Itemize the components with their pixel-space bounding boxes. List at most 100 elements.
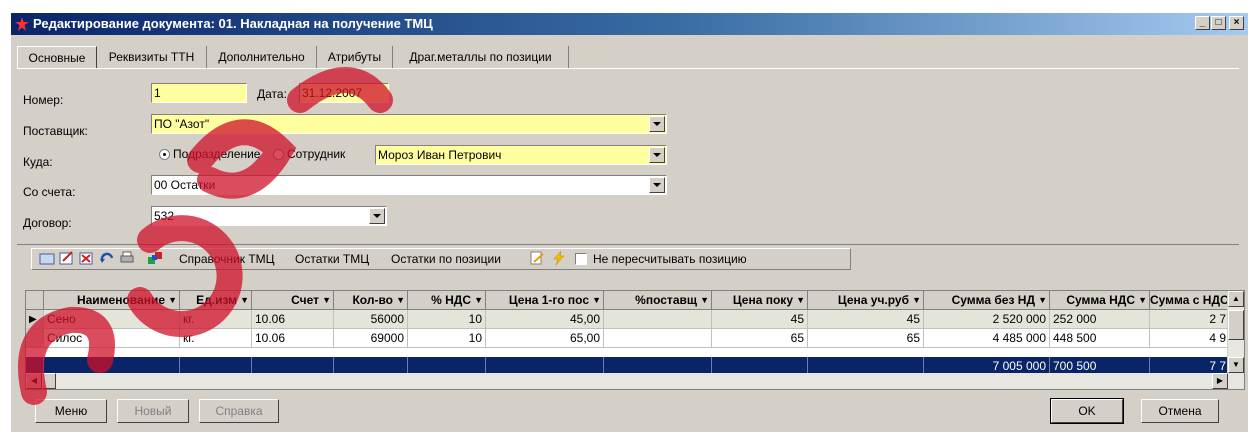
col-qty-label: Кол-во (352, 293, 393, 307)
row-indicator (26, 329, 44, 348)
maximize-button[interactable]: □ (1211, 16, 1226, 30)
cell-buy-price[interactable]: 65 (712, 329, 808, 348)
col-first-price[interactable]: Цена 1-го пос ▼ (486, 291, 604, 310)
help-button[interactable]: Справка (199, 399, 279, 423)
supplier-label: Поставщик: (23, 124, 88, 138)
minimize-button[interactable]: _ (1195, 16, 1210, 30)
col-vat-sum[interactable]: Сумма НДС ▼ (1050, 291, 1150, 310)
cell-vat-sum[interactable]: 252 000 (1050, 310, 1150, 329)
no-recalc-label: Не пересчитывать позицию (593, 252, 747, 266)
cell-vat-pct[interactable]: 10 (408, 310, 486, 329)
col-acc-price[interactable]: Цена уч.руб ▼ (808, 291, 924, 310)
account-value: 00 Остатки (154, 178, 216, 192)
cell-supplier-pct[interactable] (604, 329, 712, 348)
menu-button[interactable]: Меню (35, 399, 107, 423)
account-dropdown-button[interactable] (649, 177, 665, 193)
no-recalc-checkbox[interactable] (575, 253, 587, 265)
employee-dropdown-button[interactable] (649, 147, 665, 163)
cell-qty[interactable]: 69000 (334, 329, 408, 348)
rest-position-button[interactable]: Остатки по позиции (391, 252, 501, 266)
col-sum-no-vat[interactable]: Сумма без НД ▼ (924, 291, 1050, 310)
hscroll-thumb[interactable] (42, 373, 56, 389)
employee-value: Мороз Иван Петрович (378, 148, 502, 162)
cell-sum-with-vat[interactable]: 2 7 (1150, 310, 1230, 329)
chevron-down-icon (653, 183, 661, 187)
title-bar[interactable]: Редактирование документа: 01. Накладная … (11, 13, 1248, 35)
number-label: Номер: (23, 93, 64, 107)
cell-first-price[interactable]: 65,00 (486, 329, 604, 348)
tab-additional[interactable]: Дополнительно (207, 46, 317, 68)
supplier-dropdown-button[interactable] (649, 116, 665, 132)
radio-employee-label: Сотрудник (287, 147, 346, 161)
cell-sum-no-vat[interactable]: 4 485 000 (924, 329, 1050, 348)
radio-employee[interactable] (273, 149, 284, 160)
blocks-icon[interactable] (147, 251, 163, 265)
cell-sum-no-vat[interactable]: 2 520 000 (924, 310, 1050, 329)
cell-qty[interactable]: 56000 (334, 310, 408, 329)
folder-icon[interactable] (39, 251, 55, 265)
tab-precious-metals[interactable]: Драг.металлы по позиции (393, 46, 569, 68)
grid-toolbar: Справочник ТМЦ Остатки ТМЦ Остатки по по… (17, 244, 1239, 271)
tab-main[interactable]: Основные (17, 46, 97, 68)
close-button[interactable]: × (1229, 16, 1244, 30)
employee-select[interactable]: Мороз Иван Петрович (375, 145, 667, 165)
cell-buy-price[interactable]: 45 (712, 310, 808, 329)
date-label: Дата: (257, 87, 287, 101)
account-select[interactable]: 00 Остатки (151, 175, 667, 195)
cell-unit[interactable]: кг. (180, 310, 252, 329)
document-edit-icon[interactable] (529, 251, 545, 265)
cell-name[interactable]: Сено (44, 310, 180, 329)
supplier-select[interactable]: ПО "Азот" (151, 114, 667, 134)
scroll-thumb[interactable] (1228, 310, 1244, 340)
col-acc-price-label: Цена уч.руб (837, 293, 909, 307)
chevron-down-icon (653, 153, 661, 157)
destination-label: Куда: (23, 155, 53, 169)
col-qty[interactable]: Кол-во ▼ (334, 291, 408, 310)
col-buy-price[interactable]: Цена поку ▼ (712, 291, 808, 310)
contract-dropdown-button[interactable] (369, 208, 385, 224)
cell-unit[interactable]: кг. (180, 329, 252, 348)
items-grid: Наименование ▼ Ед.изм ▼ Счет ▼ Кол-во ▼ % НД… (25, 290, 1245, 390)
cell-account[interactable]: 10.06 (252, 310, 334, 329)
edit-icon[interactable] (59, 251, 75, 265)
vertical-scrollbar[interactable]: ▲ ▼ (1227, 291, 1244, 389)
print-icon[interactable] (119, 251, 135, 265)
cell-account[interactable]: 10.06 (252, 329, 334, 348)
scroll-left-arrow-icon[interactable]: ◀ (26, 373, 42, 389)
cell-acc-price[interactable]: 65 (808, 329, 924, 348)
number-field[interactable]: 1 (151, 83, 247, 103)
delete-icon[interactable] (79, 251, 95, 265)
scroll-right-arrow-icon[interactable]: ▶ (1212, 373, 1228, 389)
tab-ttn[interactable]: Реквизиты ТТН (97, 46, 207, 68)
ref-tmc-button[interactable]: Справочник ТМЦ (179, 252, 275, 266)
horizontal-scrollbar[interactable]: ◀ ▶ (26, 373, 1228, 389)
cell-vat-pct[interactable]: 10 (408, 329, 486, 348)
tab-attributes[interactable]: Атрибуты (317, 46, 393, 68)
date-field[interactable]: 31.12.2007 (299, 83, 389, 103)
scroll-down-arrow-icon[interactable]: ▼ (1228, 357, 1244, 373)
cell-first-price[interactable]: 45,00 (486, 310, 604, 329)
cell-sum-with-vat[interactable]: 4 9 (1150, 329, 1230, 348)
contract-select[interactable]: 532 (151, 206, 387, 226)
col-unit[interactable]: Ед.изм ▼ (180, 291, 252, 310)
col-sum-with-vat-label: Сумма с НДС (1150, 293, 1229, 307)
cell-name[interactable]: Силос (44, 329, 180, 348)
sort-arrow-icon: ▼ (912, 295, 921, 305)
ok-button[interactable]: OK (1050, 398, 1124, 424)
col-vat-pct[interactable]: % НДС ▼ (408, 291, 486, 310)
col-sum-with-vat[interactable]: Сумма с НДС (1150, 291, 1230, 310)
cell-supplier-pct[interactable] (604, 310, 712, 329)
cell-acc-price[interactable]: 45 (808, 310, 924, 329)
scroll-up-arrow-icon[interactable]: ▲ (1228, 291, 1244, 307)
col-supplier-pct[interactable]: %поставщ ▼ (604, 291, 712, 310)
chevron-down-icon (653, 122, 661, 126)
new-button[interactable]: Новый (117, 399, 189, 423)
cancel-button[interactable]: Отмена (1141, 399, 1219, 423)
refresh-icon[interactable] (99, 251, 115, 265)
col-name[interactable]: Наименование ▼ (44, 291, 180, 310)
rest-tmc-button[interactable]: Остатки ТМЦ (295, 252, 369, 266)
cell-vat-sum[interactable]: 448 500 (1050, 329, 1150, 348)
radio-division[interactable] (159, 149, 170, 160)
lightning-icon[interactable] (551, 251, 567, 265)
col-account[interactable]: Счет ▼ (252, 291, 334, 310)
